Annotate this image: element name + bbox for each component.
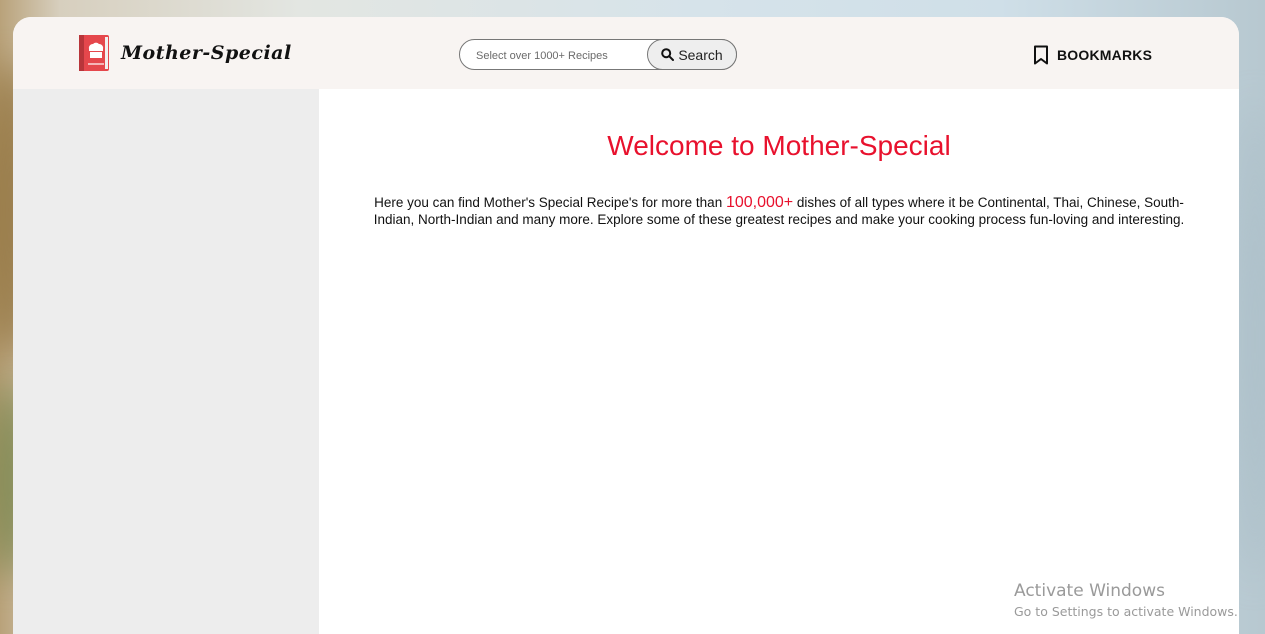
top-header: Mother-Special Search BOOKMARKS [13, 17, 1239, 89]
activate-windows-watermark: Activate Windows Go to Settings to activ… [1014, 580, 1238, 622]
welcome-text: Here you can find Mother's Special Recip… [369, 194, 1189, 228]
recipe-book-icon [79, 35, 109, 71]
recipe-count-highlight: 100,000+ [725, 194, 794, 211]
logo[interactable]: Mother-Special [79, 34, 292, 72]
search-bar: Search [459, 39, 737, 70]
welcome-text-start: Here you can find Mother's Special Recip… [374, 195, 726, 210]
bookmarks-button[interactable]: BOOKMARKS [1033, 44, 1152, 66]
welcome-title: Welcome to Mother-Special [607, 130, 951, 161]
search-button-label: Search [678, 46, 723, 63]
background-blur [1235, 100, 1265, 580]
search-input[interactable] [474, 45, 648, 66]
recipe-results-sidebar [13, 89, 319, 634]
activate-windows-subtitle: Go to Settings to activate Windows. [1014, 604, 1238, 619]
activate-windows-title: Activate Windows [1014, 581, 1165, 601]
search-icon [661, 48, 675, 61]
bookmark-icon [1034, 45, 1048, 65]
app-window: Mother-Special Search BOOKMARKS Welcome … [13, 17, 1239, 634]
search-button[interactable]: Search [647, 39, 737, 70]
logo-text: Mother-Special [121, 42, 292, 64]
bookmarks-label: BOOKMARKS [1057, 47, 1153, 63]
recipe-content: Welcome to Mother-Special Here you can f… [319, 89, 1239, 634]
